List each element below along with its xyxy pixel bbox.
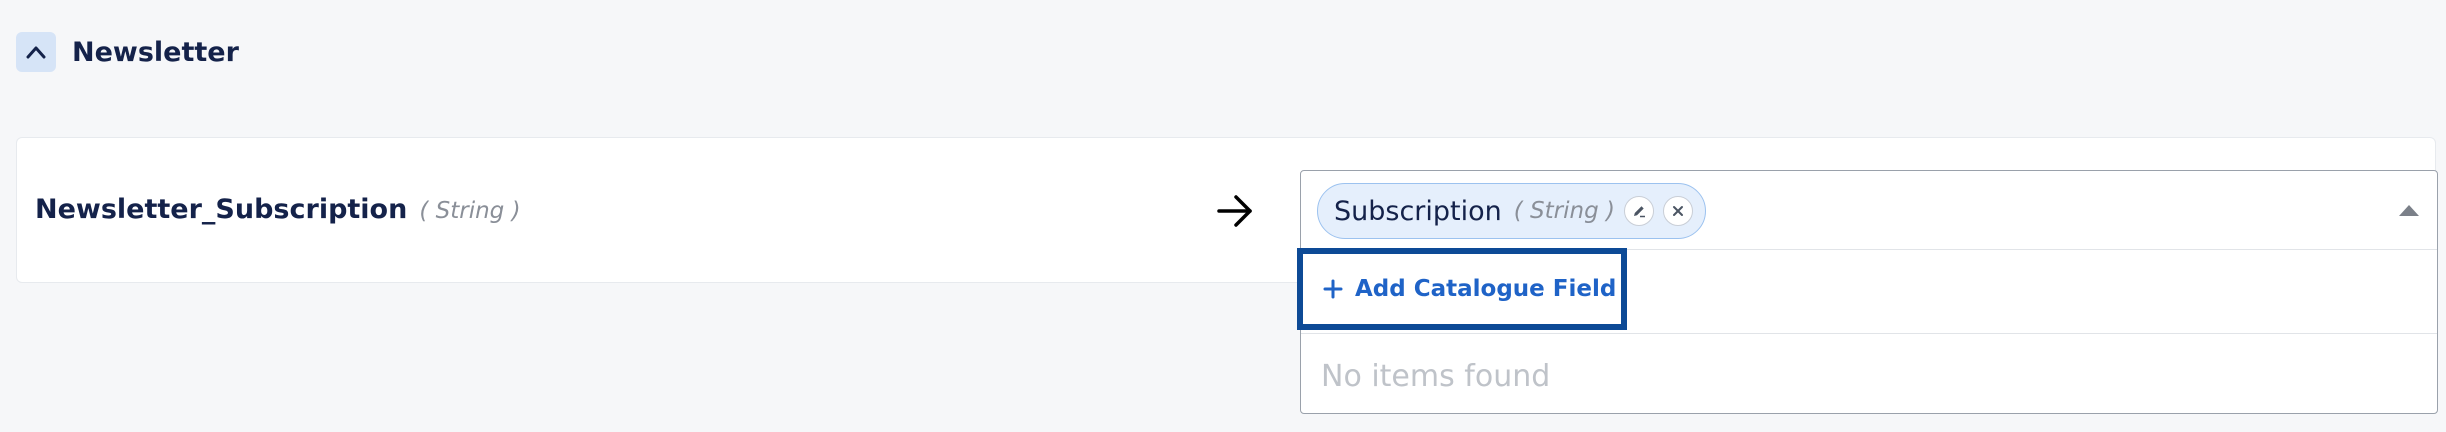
source-field-type: ( String )	[419, 198, 521, 224]
close-icon	[1672, 206, 1683, 216]
selected-field-chip: Subscription ( String )	[1317, 183, 1706, 239]
arrow-right-icon	[1217, 195, 1252, 227]
chip-label: Subscription	[1334, 195, 1502, 227]
section-title: Newsletter	[72, 36, 239, 68]
collapse-button[interactable]	[16, 32, 56, 72]
dropdown-caret-icon[interactable]	[2399, 205, 2419, 216]
edit-icon	[1633, 206, 1645, 218]
source-field-name: Newsletter_Subscription	[35, 194, 408, 225]
chip-edit-button[interactable]	[1623, 196, 1654, 226]
chip-type: ( String )	[1513, 198, 1615, 224]
select-control[interactable]: Subscription ( String )	[1301, 171, 2437, 250]
chevron-up-icon	[26, 46, 46, 59]
add-catalogue-field-label: Add Catalogue Field	[1355, 276, 1617, 302]
section-header: Newsletter	[16, 32, 239, 72]
chip-remove-button[interactable]	[1662, 196, 1693, 226]
add-catalogue-field-button[interactable]: Add Catalogue Field	[1297, 248, 1627, 330]
dropdown-menu: Add Catalogue Field	[1297, 248, 2437, 334]
source-field: Newsletter_Subscription ( String )	[35, 194, 521, 225]
plus-icon	[1323, 279, 1343, 299]
target-field-select[interactable]: Subscription ( String ) Add Catalogue Fi…	[1297, 170, 2438, 414]
empty-message: No items found	[1321, 359, 1551, 394]
